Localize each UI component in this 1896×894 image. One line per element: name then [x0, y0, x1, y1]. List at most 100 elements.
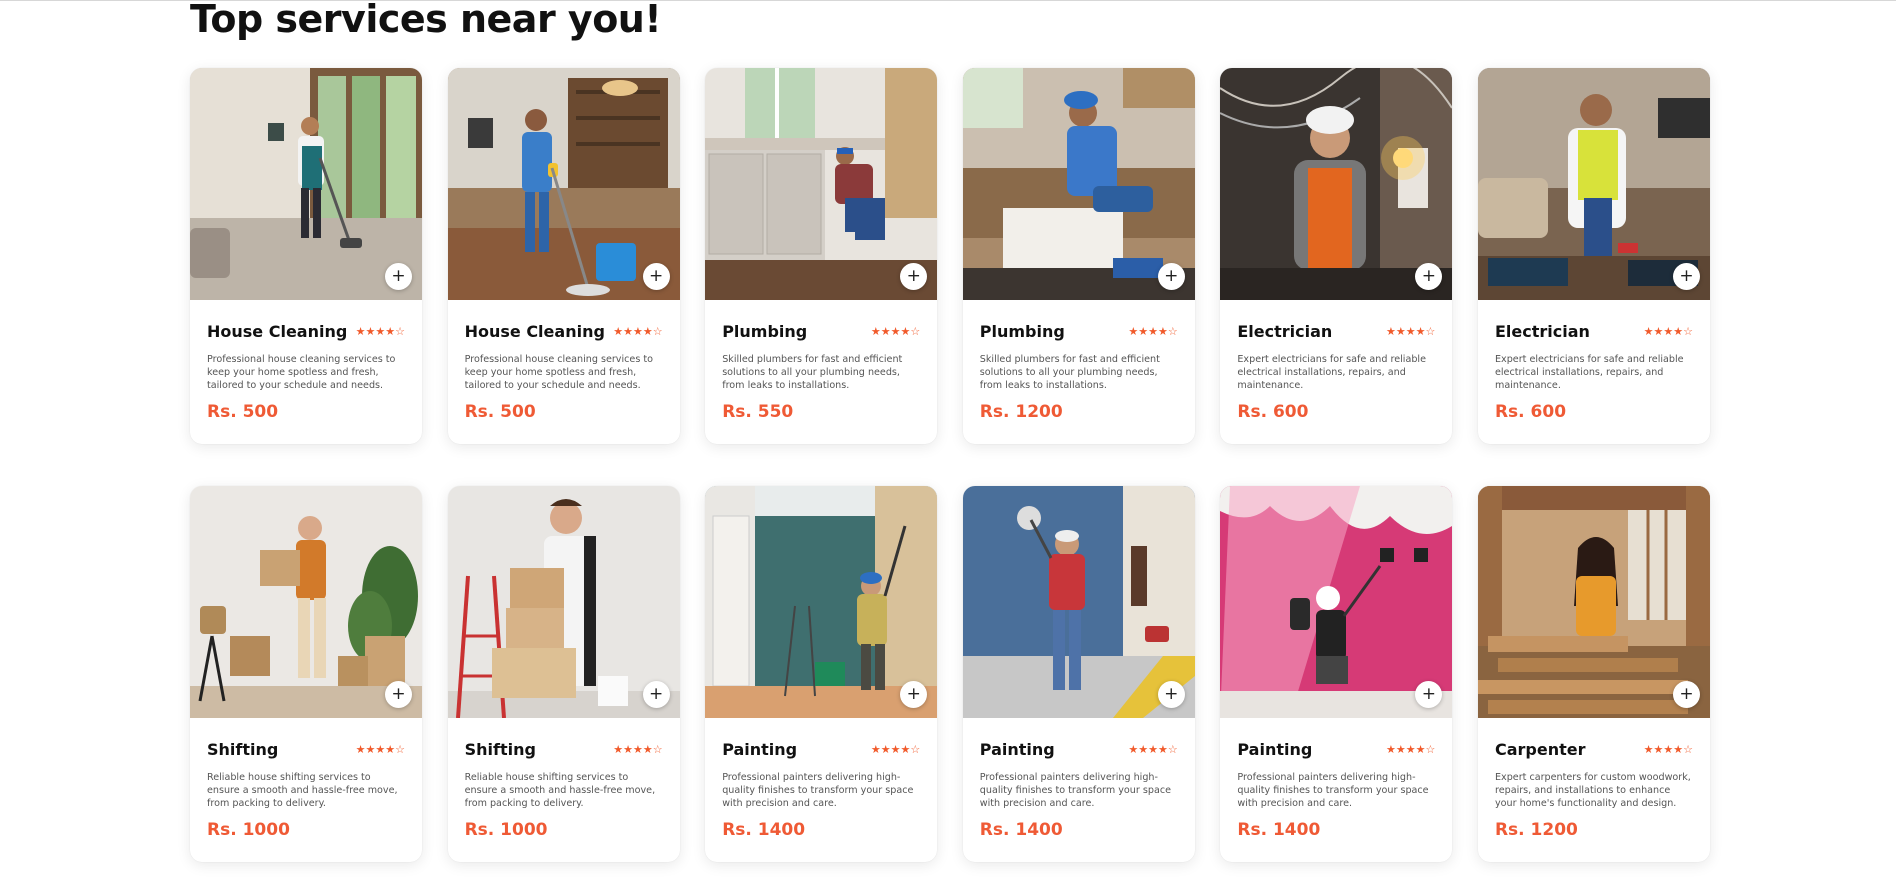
star-filled-icon: ★	[365, 324, 376, 338]
star-outline-icon: ☆	[1683, 324, 1693, 338]
add-service-button[interactable]: +	[642, 681, 670, 708]
service-photo-icon	[190, 68, 422, 300]
rating-stars: ★ ★ ★ ★ ☆	[1644, 326, 1693, 337]
service-price: Rs. 600	[1237, 402, 1309, 422]
plus-icon: +	[1421, 266, 1436, 286]
rating-stars: ★ ★ ★ ★ ☆	[356, 326, 405, 337]
rating-stars: ★ ★ ★ ★ ☆	[871, 326, 920, 337]
card-body: Plumbing ★ ★ ★ ★ ☆ Skilled plumbers for fast a…	[963, 300, 1195, 423]
service-description: Reliable house shifting services to ensu…	[207, 772, 398, 809]
add-service-button[interactable]: +	[1157, 263, 1185, 290]
card-body: Painting ★ ★ ★ ★ ☆ Professional painters deliv…	[963, 718, 1195, 841]
service-card[interactable]: + Carpenter ★ ★ ★ ★ ☆ Expert carpenters for cus…	[1477, 486, 1710, 862]
service-price: Rs. 1400	[979, 820, 1063, 840]
star-filled-icon: ★	[1643, 324, 1654, 338]
card-title-row: Painting ★ ★ ★ ★ ☆	[1237, 738, 1435, 760]
service-price: Rs. 1000	[207, 820, 290, 840]
service-card[interactable]: + Painting ★ ★ ★ ★ ☆ Professional painters deli…	[962, 486, 1195, 862]
service-description: Reliable house shifting services to ensu…	[464, 772, 656, 809]
card-title-row: Painting ★ ★ ★ ★ ☆	[980, 738, 1178, 760]
service-description: Skilled plumbers for fast and efficient …	[979, 354, 1160, 391]
add-service-button[interactable]: +	[1672, 263, 1700, 290]
star-filled-icon: ★	[1415, 742, 1426, 756]
card-body: Painting ★ ★ ★ ★ ☆ Professional painters deliv…	[705, 718, 937, 841]
star-filled-icon: ★	[355, 324, 366, 338]
service-price: Rs. 1000	[464, 820, 548, 840]
service-card[interactable]: + Plumbing ★ ★ ★ ★ ☆ Skilled plumbers for fast …	[705, 68, 938, 444]
service-card[interactable]: + Painting ★ ★ ★ ★ ☆ Professional painters deli…	[705, 486, 938, 862]
card-title-row: Carpenter ★ ★ ★ ★ ☆	[1495, 738, 1693, 760]
service-card[interactable]: + Plumbing ★ ★ ★ ★ ☆ Skilled plumbers for fast …	[962, 68, 1195, 444]
service-title: Plumbing	[722, 321, 808, 341]
card-body: Shifting ★ ★ ★ ★ ☆ Reliable house shifting ser…	[448, 718, 680, 841]
star-filled-icon: ★	[1653, 324, 1664, 338]
star-filled-icon: ★	[890, 742, 901, 756]
service-image: +	[447, 486, 680, 718]
card-title-row: Electrician ★ ★ ★ ★ ☆	[1495, 320, 1693, 342]
service-description: Professional painters delivering high-qu…	[979, 772, 1171, 809]
card-body: Plumbing ★ ★ ★ ★ ☆ Skilled plumbers for fast a…	[705, 300, 937, 423]
service-card[interactable]: + Shifting ★ ★ ★ ★ ☆ Reliable house shifting se…	[447, 486, 680, 862]
star-outline-icon: ☆	[1167, 742, 1178, 756]
section-title: Top services near you!	[190, 0, 662, 41]
add-service-button[interactable]: +	[385, 681, 412, 708]
service-title: Electrician	[1494, 321, 1590, 341]
star-filled-icon: ★	[1128, 742, 1139, 756]
star-filled-icon: ★	[1663, 324, 1674, 338]
service-card[interactable]: + Electrician ★ ★ ★ ★ ☆ Expert electricians for…	[1477, 68, 1710, 444]
card-title-row: Electrician ★ ★ ★ ★ ☆	[1237, 320, 1435, 342]
rating-stars: ★ ★ ★ ★ ☆	[1128, 326, 1177, 337]
service-image: +	[1220, 486, 1453, 718]
plus-icon: +	[648, 266, 664, 286]
service-title: Painting	[1237, 739, 1313, 759]
star-filled-icon: ★	[642, 742, 653, 756]
rating-stars: ★ ★ ★ ★ ☆	[613, 326, 662, 337]
star-filled-icon: ★	[1415, 324, 1426, 338]
star-filled-icon: ★	[1386, 742, 1396, 756]
star-filled-icon: ★	[632, 324, 643, 338]
star-filled-icon: ★	[1673, 742, 1684, 756]
service-title: Plumbing	[979, 321, 1065, 341]
star-outline-icon: ☆	[395, 324, 405, 338]
card-title-row: Painting ★ ★ ★ ★ ☆	[722, 738, 920, 760]
star-filled-icon: ★	[385, 324, 396, 338]
add-service-button[interactable]: +	[1672, 681, 1700, 708]
add-service-button[interactable]: +	[900, 263, 928, 290]
star-filled-icon: ★	[1395, 324, 1406, 338]
service-card[interactable]: + Electrician ★ ★ ★ ★ ☆ Expert electricians for…	[1220, 68, 1453, 444]
card-title-row: Shifting ★ ★ ★ ★ ☆	[465, 738, 663, 760]
plus-icon: +	[906, 266, 921, 286]
service-image: +	[190, 486, 422, 718]
service-description: Skilled plumbers for fast and efficient …	[722, 354, 903, 391]
card-title-row: House Cleaning ★ ★ ★ ★ ☆	[465, 320, 663, 342]
add-service-button[interactable]: +	[900, 681, 928, 708]
star-filled-icon: ★	[1148, 742, 1159, 756]
star-filled-icon: ★	[1158, 742, 1168, 756]
services-grid: + House Cleaning ★ ★ ★ ★ ☆ Professional house c…	[190, 68, 1710, 862]
card-title-row: Plumbing ★ ★ ★ ★ ☆	[722, 320, 920, 342]
star-outline-icon: ☆	[652, 742, 663, 756]
service-title: Shifting	[464, 739, 536, 759]
service-photo-icon	[705, 68, 938, 300]
add-service-button[interactable]: +	[385, 263, 412, 290]
star-filled-icon: ★	[900, 324, 911, 338]
star-filled-icon: ★	[890, 324, 901, 338]
service-card[interactable]: + House Cleaning ★ ★ ★ ★ ☆ Professional house c…	[447, 68, 680, 444]
service-card[interactable]: + Painting ★ ★ ★ ★ ☆ Professional painters deli…	[1220, 486, 1453, 862]
service-card[interactable]: + House Cleaning ★ ★ ★ ★ ☆ Professional house c…	[190, 68, 422, 444]
add-service-button[interactable]: +	[642, 263, 670, 290]
star-outline-icon: ☆	[910, 742, 921, 756]
service-description: Professional house cleaning services to …	[207, 354, 396, 391]
service-photo-icon	[447, 68, 680, 300]
add-service-button[interactable]: +	[1157, 681, 1185, 708]
star-filled-icon: ★	[385, 742, 396, 756]
plus-icon: +	[391, 684, 406, 704]
star-outline-icon: ☆	[652, 324, 663, 338]
star-outline-icon: ☆	[1425, 742, 1436, 756]
rating-stars: ★ ★ ★ ★ ☆	[356, 744, 405, 755]
star-outline-icon: ☆	[1425, 324, 1436, 338]
service-image: +	[962, 68, 1195, 300]
service-photo-icon	[447, 486, 680, 718]
service-title: Painting	[979, 739, 1055, 759]
service-card[interactable]: + Shifting ★ ★ ★ ★ ☆ Reliable house shifting se…	[190, 486, 422, 862]
